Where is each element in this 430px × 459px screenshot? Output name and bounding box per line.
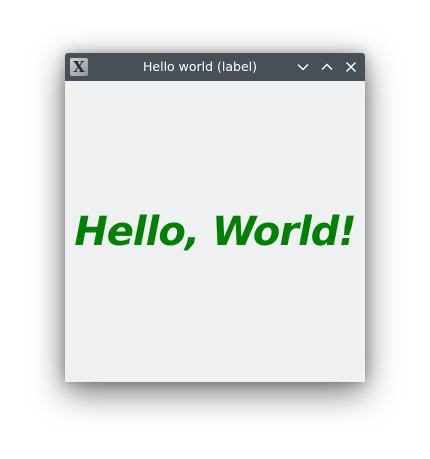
desktop: X Hello world (label) Hello, World! (0, 0, 430, 459)
hello-world-label: Hello, World! (74, 208, 356, 255)
title-bar[interactable]: X Hello world (label) (65, 53, 365, 81)
chevron-up-icon (321, 63, 333, 70)
minimize-button[interactable] (294, 58, 312, 76)
x-logo-icon[interactable]: X (70, 58, 88, 76)
maximize-button[interactable] (318, 58, 336, 76)
app-window: X Hello world (label) Hello, World! (65, 53, 365, 382)
close-button[interactable] (342, 58, 360, 76)
window-title: Hello world (label) (143, 59, 258, 74)
close-icon (346, 62, 356, 72)
window-content: Hello, World! (65, 81, 365, 382)
chevron-down-icon (297, 64, 309, 71)
